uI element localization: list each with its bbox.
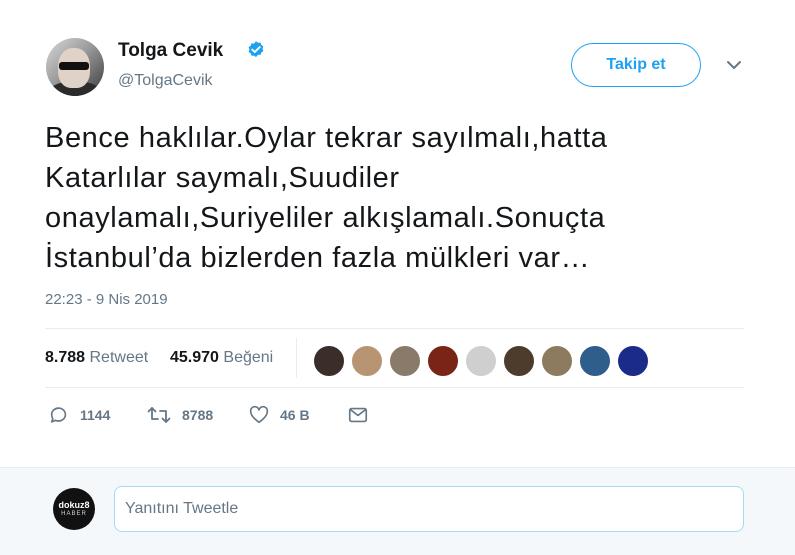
tweet-text: Bence haklılar.Oylar tekrar sayılmalı,ha… bbox=[45, 122, 608, 274]
avatar-logo-subtext: HABER bbox=[61, 511, 87, 517]
liker-avatar-5[interactable] bbox=[464, 344, 498, 378]
tweet-timestamp[interactable]: 22:23 - 9 Nis 2019 bbox=[45, 291, 168, 308]
envelope-icon bbox=[348, 407, 368, 423]
heart-icon bbox=[249, 405, 269, 424]
author-handle[interactable]: @TolgaCevik bbox=[118, 72, 213, 90]
like-stat[interactable]: 45.970 Beğeni bbox=[170, 349, 273, 367]
divider-top bbox=[45, 328, 744, 329]
like-stat-label: Beğeni bbox=[223, 349, 274, 366]
direct-message-action[interactable] bbox=[347, 404, 369, 426]
retweet-stat[interactable]: 8.788 Retweet bbox=[45, 349, 148, 367]
current-user-avatar[interactable]: dokuz8 HABER bbox=[53, 488, 95, 530]
liker-avatars bbox=[312, 344, 654, 378]
liker-avatar-2[interactable] bbox=[350, 344, 384, 378]
like-count: 46 B bbox=[280, 407, 310, 423]
author-avatar[interactable] bbox=[46, 38, 104, 96]
retweet-stat-count: 8.788 bbox=[45, 349, 86, 366]
liker-avatar-9[interactable] bbox=[616, 344, 650, 378]
follow-button[interactable]: Takip et bbox=[571, 43, 701, 87]
like-action[interactable]: 46 B bbox=[248, 404, 310, 426]
like-stat-count: 45.970 bbox=[170, 349, 219, 366]
liker-avatar-3[interactable] bbox=[388, 344, 422, 378]
liker-avatar-8[interactable] bbox=[578, 344, 612, 378]
divider-middle bbox=[45, 387, 744, 388]
verified-badge-icon bbox=[248, 41, 264, 58]
retweet-count: 8788 bbox=[182, 407, 214, 423]
liker-avatar-6[interactable] bbox=[502, 344, 536, 378]
retweet-icon bbox=[147, 407, 171, 423]
chevron-down-icon[interactable] bbox=[724, 58, 744, 72]
author-name[interactable]: Tolga Cevik bbox=[118, 40, 223, 62]
avatar-logo-text: dokuz8 bbox=[58, 500, 90, 510]
liker-avatar-1[interactable] bbox=[312, 344, 346, 378]
reply-action[interactable]: 1144 bbox=[48, 404, 110, 426]
liker-avatar-7[interactable] bbox=[540, 344, 574, 378]
avatar-glasses bbox=[59, 62, 89, 70]
reply-count: 1144 bbox=[80, 407, 111, 423]
retweet-action[interactable]: 8788 bbox=[146, 404, 213, 426]
stats-separator bbox=[296, 338, 297, 378]
retweet-stat-label: Retweet bbox=[89, 349, 149, 366]
reply-icon bbox=[50, 407, 67, 423]
liker-avatar-4[interactable] bbox=[426, 344, 460, 378]
reply-input[interactable] bbox=[114, 486, 744, 532]
reply-composer: dokuz8 HABER bbox=[0, 467, 795, 555]
